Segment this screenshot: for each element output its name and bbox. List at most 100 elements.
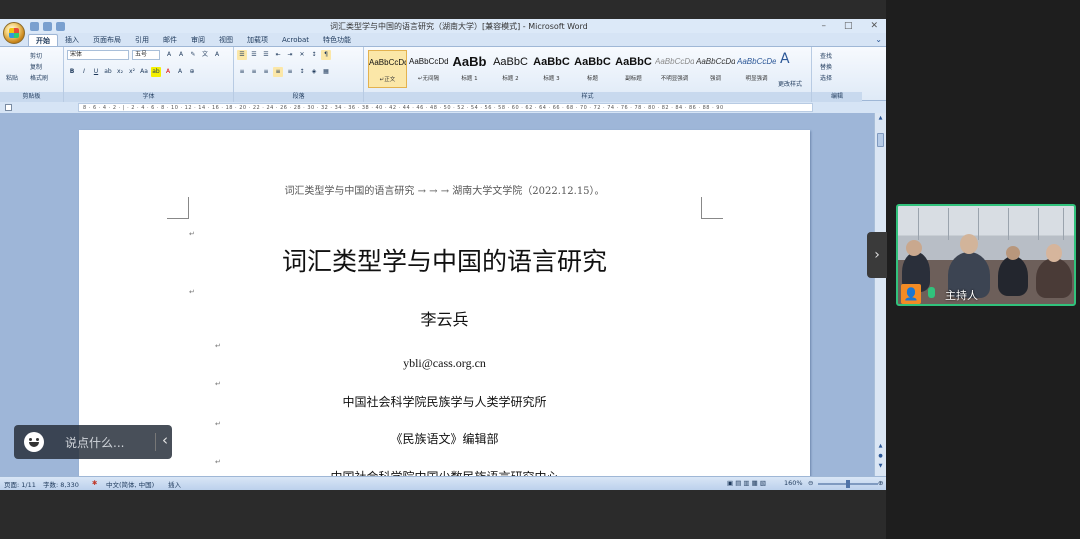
superscript-icon[interactable]: x² xyxy=(127,67,137,77)
decrease-indent-icon[interactable]: ⇤ xyxy=(273,50,283,60)
change-case-icon[interactable]: Aa xyxy=(139,67,149,77)
replace-button[interactable]: 替换 xyxy=(820,62,832,71)
copy-button[interactable]: 复制 xyxy=(30,62,42,71)
vertical-scrollbar[interactable]: ▲ ▲ ● ▼ xyxy=(874,113,886,476)
chevron-left-icon[interactable]: ‹ xyxy=(162,431,168,449)
redo-icon[interactable] xyxy=(56,21,65,31)
scroll-thumb[interactable] xyxy=(877,133,884,147)
style-title[interactable]: AaBbC 标题 xyxy=(573,50,612,88)
font-color-icon[interactable]: A xyxy=(163,67,173,77)
tab-home[interactable]: 开始 xyxy=(28,34,58,46)
tab-selector[interactable] xyxy=(5,104,12,111)
change-styles-icon[interactable]: A xyxy=(780,51,790,67)
collapse-panel-button[interactable]: › xyxy=(867,232,887,278)
find-button[interactable]: 查找 xyxy=(820,51,832,60)
chat-input-bar[interactable]: 说点什么... ‹ xyxy=(14,425,172,459)
zoom-out-icon[interactable]: ⊖ xyxy=(808,479,813,487)
insert-mode[interactable]: 插入 xyxy=(168,479,181,489)
chat-input-placeholder[interactable]: 说点什么... xyxy=(65,434,124,451)
line-spacing-icon[interactable]: ↕ xyxy=(297,67,307,77)
style-subtle-emphasis[interactable]: AaBbCcDd 不明显强调 xyxy=(655,50,694,88)
sort-icon[interactable]: ↕ xyxy=(309,50,319,60)
tab-page-layout[interactable]: 页面布局 xyxy=(86,34,128,46)
style-heading-2[interactable]: AaBbC 标题 2 xyxy=(491,50,530,88)
style-normal[interactable]: AaBbCcDd ↵正文 xyxy=(368,50,407,88)
multilevel-list-icon[interactable]: ☰ xyxy=(261,50,271,60)
tab-insert[interactable]: 插入 xyxy=(58,34,86,46)
tab-mailings[interactable]: 邮件 xyxy=(156,34,184,46)
language-indicator[interactable]: 中文(简体, 中国) xyxy=(106,479,154,489)
proofing-icon[interactable]: ✱ xyxy=(92,479,97,487)
numbering-icon[interactable]: ☰ xyxy=(249,50,259,60)
save-icon[interactable] xyxy=(30,21,39,31)
change-styles-button[interactable]: 更改样式 xyxy=(778,79,802,88)
minimize-button[interactable]: – xyxy=(821,19,826,33)
enclose-char-icon[interactable]: ⊕ xyxy=(187,67,197,77)
tab-view[interactable]: 视图 xyxy=(212,34,240,46)
maximize-button[interactable]: □ xyxy=(844,19,853,33)
zoom-level[interactable]: 160% xyxy=(784,479,803,487)
font-name-select[interactable]: 宋体 xyxy=(67,50,129,60)
chinese-layout-icon[interactable]: ✕ xyxy=(297,50,307,60)
tab-review[interactable]: 审阅 xyxy=(184,34,212,46)
style-subtitle[interactable]: AaBbC 副标题 xyxy=(614,50,653,88)
phonetic-icon[interactable]: 文 xyxy=(200,50,210,60)
style-no-spacing[interactable]: AaBbCcDd ↵无间隔 xyxy=(409,50,448,88)
style-sample: AaBbC xyxy=(615,56,652,68)
format-painter-button[interactable]: 格式刷 xyxy=(30,73,48,82)
select-button[interactable]: 选择 xyxy=(820,73,832,82)
office-button[interactable] xyxy=(3,22,25,44)
view-buttons[interactable]: ▣ ▤ ▥ ▦ ▧ xyxy=(727,479,766,487)
tab-references[interactable]: 引用 xyxy=(128,34,156,46)
increase-indent-icon[interactable]: ⇥ xyxy=(285,50,295,60)
bullets-icon[interactable]: ☰ xyxy=(237,50,247,60)
underline-icon[interactable]: U xyxy=(91,67,101,77)
justify-icon[interactable]: ≡ xyxy=(273,67,283,77)
close-button[interactable]: ✕ xyxy=(870,19,878,33)
background-blind xyxy=(948,208,949,240)
styles-label: 样式 xyxy=(364,92,811,102)
tab-acrobat[interactable]: Acrobat xyxy=(275,34,316,46)
prev-page-icon[interactable]: ▲ xyxy=(877,443,884,450)
undo-icon[interactable] xyxy=(43,21,52,31)
video-tile[interactable]: 👤 主持人 xyxy=(896,204,1076,306)
emoji-icon[interactable] xyxy=(24,432,44,452)
word-count[interactable]: 字数: 8,330 xyxy=(43,479,79,489)
font-size-select[interactable]: 五号 xyxy=(132,50,160,60)
strikethrough-icon[interactable]: ab xyxy=(103,67,113,77)
style-heading-1[interactable]: AaBb 标题 1 xyxy=(450,50,489,88)
browse-object-icon[interactable]: ● xyxy=(877,453,884,460)
align-right-icon[interactable]: ≡ xyxy=(261,67,271,77)
align-center-icon[interactable]: ≡ xyxy=(249,67,259,77)
grow-font-icon[interactable]: A xyxy=(164,50,174,60)
help-icon[interactable]: ⌄ xyxy=(875,35,882,44)
scroll-up-icon[interactable]: ▲ xyxy=(877,115,884,122)
tab-addins[interactable]: 加载项 xyxy=(240,34,275,46)
document-page[interactable]: 词汇类型学与中国的语言研究 → → → 湖南大学文学院（2022.12.15）。… xyxy=(79,130,810,490)
cut-button[interactable]: 剪切 xyxy=(30,51,42,60)
margin-corner-right xyxy=(701,197,723,219)
char-shading-icon[interactable]: A xyxy=(175,67,185,77)
paste-button[interactable]: 粘贴 xyxy=(6,73,18,82)
clear-format-icon[interactable]: ✎ xyxy=(188,50,198,60)
zoom-in-icon[interactable]: ⊕ xyxy=(878,479,883,487)
shrink-font-icon[interactable]: A xyxy=(176,50,186,60)
tab-features[interactable]: 特色功能 xyxy=(316,34,358,46)
horizontal-ruler[interactable]: 8 · 6 · 4 · 2 · | · 2 · 4 · 6 · 8 · 10 ·… xyxy=(78,103,813,112)
shading-icon[interactable]: ◈ xyxy=(309,67,319,77)
page-count[interactable]: 页面: 1/11 xyxy=(4,479,36,489)
next-page-icon[interactable]: ▼ xyxy=(877,463,884,470)
subscript-icon[interactable]: x₂ xyxy=(115,67,125,77)
style-heading-3[interactable]: AaBbC 标题 3 xyxy=(532,50,571,88)
style-emphasis[interactable]: AaBbCcDd 强调 xyxy=(696,50,735,88)
style-intense-emphasis[interactable]: AaBbCcDe 明显强调 xyxy=(737,50,776,88)
align-left-icon[interactable]: ≡ xyxy=(237,67,247,77)
borders-icon[interactable]: ▦ xyxy=(321,67,331,77)
bold-icon[interactable]: B xyxy=(67,67,77,77)
zoom-slider-knob[interactable] xyxy=(846,480,850,488)
italic-icon[interactable]: I xyxy=(79,67,89,77)
distributed-icon[interactable]: ≡ xyxy=(285,67,295,77)
char-border-icon[interactable]: A xyxy=(212,50,222,60)
highlight-icon[interactable]: ab xyxy=(151,67,161,77)
show-marks-icon[interactable]: ¶ xyxy=(321,50,331,60)
